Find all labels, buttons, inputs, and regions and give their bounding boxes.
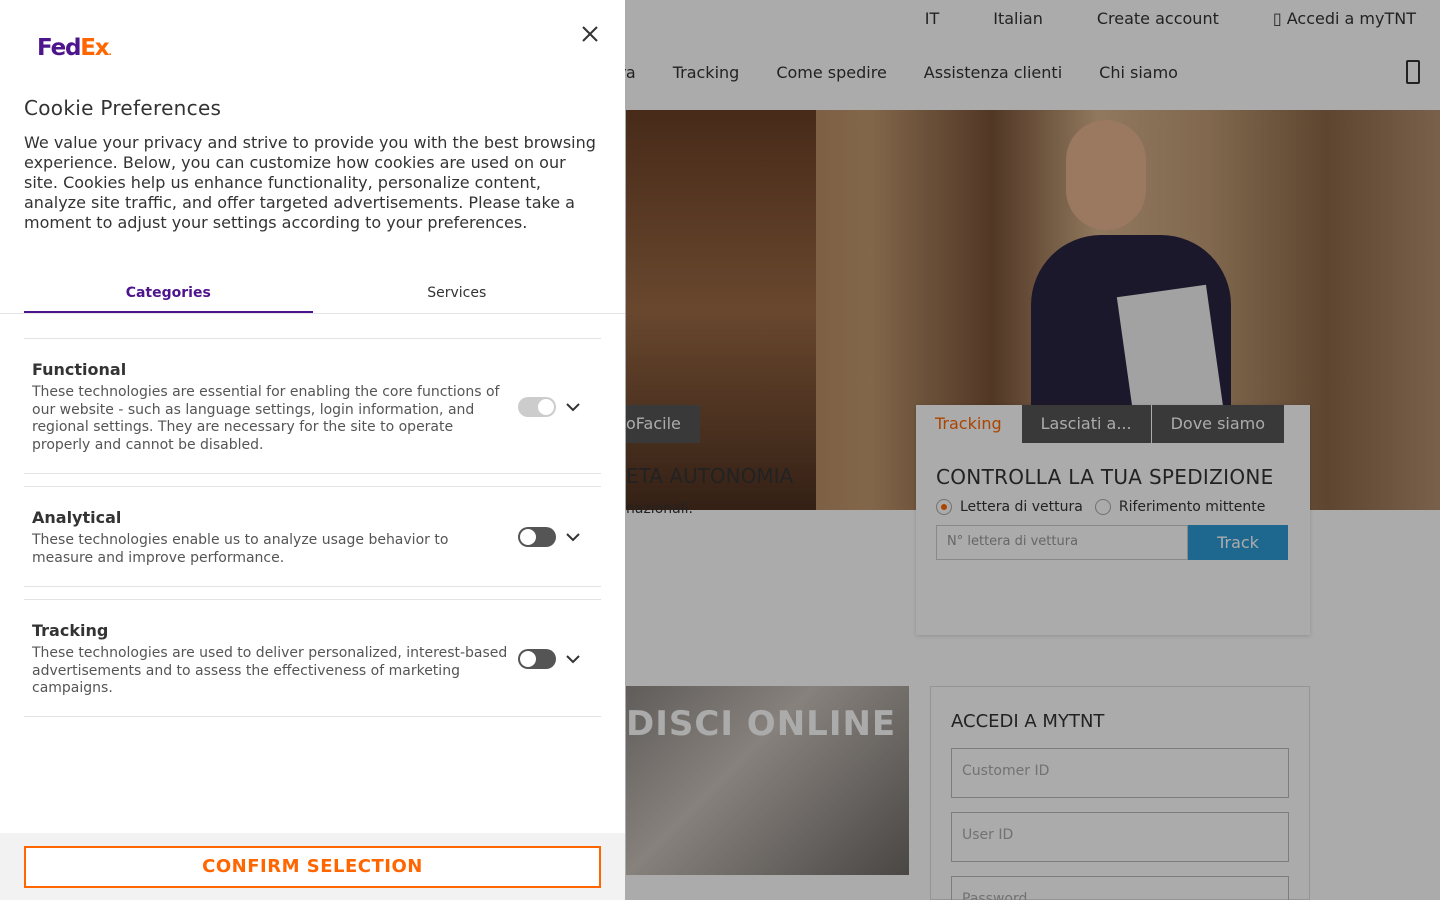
category-description: These technologies enable us to analyze … — [32, 532, 449, 566]
panel-intro: We value your privacy and strive to prov… — [24, 133, 596, 232]
toggle-knob — [538, 399, 554, 415]
chevron-down-icon[interactable] — [565, 529, 581, 545]
toggle-knob — [520, 651, 536, 667]
category-description: These technologies are used to deliver p… — [32, 645, 508, 696]
panel-footer: CONFIRM SELECTION — [0, 833, 625, 900]
tabs-divider — [0, 313, 625, 314]
category-name: Analytical — [32, 508, 122, 527]
chevron-down-icon[interactable] — [565, 399, 581, 415]
close-icon[interactable] — [580, 24, 600, 44]
logo-dot: . — [108, 48, 112, 58]
category-functional: Functional These technologies are essent… — [24, 338, 601, 474]
category-analytical: Analytical These technologies enable us … — [24, 486, 601, 587]
logo-ex: Ex — [80, 35, 109, 61]
analytical-toggle[interactable] — [518, 527, 556, 547]
category-description: These technologies are essential for ena… — [32, 384, 500, 453]
category-name: Functional — [32, 360, 127, 379]
panel-tabs: Categories Services — [24, 275, 601, 313]
tracking-toggle[interactable] — [518, 649, 556, 669]
toggle-knob — [520, 529, 536, 545]
fedex-logo: FedEx. — [37, 35, 112, 61]
tab-services[interactable]: Services — [313, 275, 602, 313]
confirm-selection-button[interactable]: CONFIRM SELECTION — [24, 846, 601, 888]
panel-title: Cookie Preferences — [24, 96, 222, 120]
category-tracking: Tracking These technologies are used to … — [24, 599, 601, 717]
cookie-preferences-panel: FedEx. Cookie Preferences We value your … — [0, 0, 625, 900]
chevron-down-icon[interactable] — [565, 651, 581, 667]
logo-fed: Fed — [37, 35, 81, 61]
functional-toggle — [518, 397, 556, 417]
tab-categories[interactable]: Categories — [24, 275, 313, 313]
category-name: Tracking — [32, 621, 109, 640]
